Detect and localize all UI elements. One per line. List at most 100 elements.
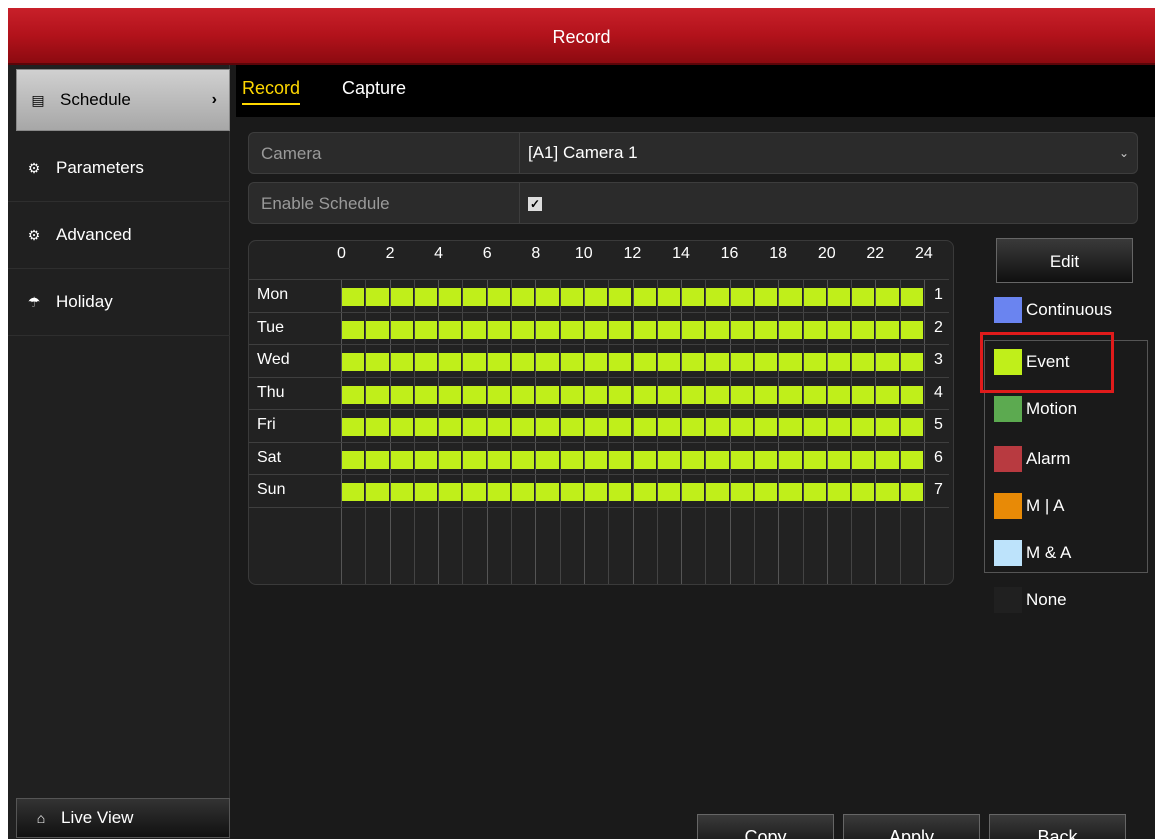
event-segment[interactable] — [414, 450, 438, 469]
back-button[interactable]: Back — [989, 814, 1126, 839]
event-segment[interactable] — [609, 288, 632, 306]
event-segment[interactable] — [730, 450, 753, 469]
event-segment[interactable] — [439, 418, 462, 436]
event-segment[interactable] — [342, 450, 365, 469]
event-segment[interactable] — [779, 320, 802, 339]
event-segment[interactable] — [876, 353, 899, 371]
event-segment[interactable] — [657, 483, 681, 501]
event-segment[interactable] — [633, 353, 656, 371]
event-segment[interactable] — [487, 450, 511, 469]
event-segment[interactable] — [366, 418, 389, 436]
event-segment[interactable] — [512, 353, 535, 371]
event-segment[interactable] — [706, 353, 729, 371]
event-segment[interactable] — [779, 353, 802, 371]
event-segment[interactable] — [584, 450, 608, 469]
sidebar-item-schedule[interactable]: ▤ Schedule › — [16, 69, 230, 131]
event-segment[interactable] — [487, 385, 511, 404]
event-segment[interactable] — [827, 418, 851, 436]
event-segment[interactable] — [390, 288, 413, 306]
event-segment[interactable] — [414, 483, 438, 501]
event-segment[interactable] — [463, 385, 486, 404]
event-segment[interactable] — [390, 385, 413, 404]
event-segment[interactable] — [852, 320, 875, 339]
event-segment[interactable] — [827, 353, 851, 371]
apply-button[interactable]: Apply — [843, 814, 980, 839]
event-segment[interactable] — [512, 385, 535, 404]
event-segment[interactable] — [366, 483, 389, 501]
event-segment[interactable] — [682, 450, 705, 469]
event-segment[interactable] — [876, 450, 899, 469]
event-segment[interactable] — [706, 288, 729, 306]
event-segment[interactable] — [633, 288, 656, 306]
event-segment[interactable] — [900, 320, 923, 339]
event-segment[interactable] — [803, 288, 826, 306]
event-segment[interactable] — [876, 483, 899, 501]
event-segment[interactable] — [342, 483, 365, 501]
event-segment[interactable] — [803, 353, 826, 371]
tab-capture[interactable]: Capture — [342, 78, 406, 103]
copy-button[interactable]: Copy — [697, 814, 834, 839]
event-segment[interactable] — [852, 483, 875, 501]
event-segment[interactable] — [463, 418, 486, 436]
event-segment[interactable] — [560, 288, 583, 306]
event-segment[interactable] — [779, 385, 802, 404]
event-segment[interactable] — [463, 483, 486, 501]
event-segment[interactable] — [876, 418, 899, 436]
event-segment[interactable] — [609, 385, 632, 404]
event-segment[interactable] — [900, 418, 923, 436]
event-segment[interactable] — [852, 385, 875, 404]
event-segment[interactable] — [366, 288, 389, 306]
event-segment[interactable] — [609, 353, 632, 371]
event-segment[interactable] — [900, 385, 923, 404]
event-segment[interactable] — [706, 385, 729, 404]
event-segment[interactable] — [827, 450, 851, 469]
event-segment[interactable] — [439, 385, 462, 404]
event-segment[interactable] — [754, 385, 778, 404]
event-segment[interactable] — [779, 288, 802, 306]
event-segment[interactable] — [779, 483, 802, 501]
event-segment[interactable] — [487, 288, 511, 306]
event-segment[interactable] — [657, 320, 681, 339]
event-segment[interactable] — [512, 320, 535, 339]
event-segment[interactable] — [366, 385, 389, 404]
event-segment[interactable] — [414, 288, 438, 306]
event-segment[interactable] — [439, 320, 462, 339]
event-segment[interactable] — [560, 450, 583, 469]
event-segment[interactable] — [609, 418, 632, 436]
event-segment[interactable] — [609, 320, 632, 339]
event-segment[interactable] — [439, 288, 462, 306]
event-segment[interactable] — [657, 385, 681, 404]
event-segment[interactable] — [560, 385, 583, 404]
event-segment[interactable] — [900, 353, 923, 371]
event-segment[interactable] — [852, 353, 875, 371]
event-segment[interactable] — [536, 353, 559, 371]
event-segment[interactable] — [803, 418, 826, 436]
event-segment[interactable] — [852, 288, 875, 306]
event-segment[interactable] — [463, 288, 486, 306]
event-segment[interactable] — [390, 450, 413, 469]
event-segment[interactable] — [657, 288, 681, 306]
event-segment[interactable] — [366, 450, 389, 469]
event-segment[interactable] — [803, 320, 826, 339]
event-segment[interactable] — [487, 483, 511, 501]
camera-select[interactable]: [A1] Camera 1 ⌄ — [519, 133, 1137, 173]
enable-schedule-checkbox[interactable]: ✓ — [528, 197, 542, 211]
event-segment[interactable] — [657, 450, 681, 469]
event-segment[interactable] — [900, 288, 923, 306]
event-segment[interactable] — [584, 353, 608, 371]
legend-item-continuous[interactable]: Continuous — [994, 297, 1112, 323]
event-segment[interactable] — [682, 418, 705, 436]
event-segment[interactable] — [633, 483, 656, 501]
event-segment[interactable] — [827, 288, 851, 306]
event-segment[interactable] — [730, 483, 753, 501]
event-segment[interactable] — [536, 288, 559, 306]
event-segment[interactable] — [706, 483, 729, 501]
event-segment[interactable] — [390, 418, 413, 436]
event-segment[interactable] — [827, 385, 851, 404]
event-segment[interactable] — [512, 450, 535, 469]
event-segment[interactable] — [876, 385, 899, 404]
event-segment[interactable] — [536, 483, 559, 501]
event-segment[interactable] — [560, 418, 583, 436]
legend-item-none[interactable]: None — [994, 587, 1067, 613]
event-segment[interactable] — [584, 418, 608, 436]
